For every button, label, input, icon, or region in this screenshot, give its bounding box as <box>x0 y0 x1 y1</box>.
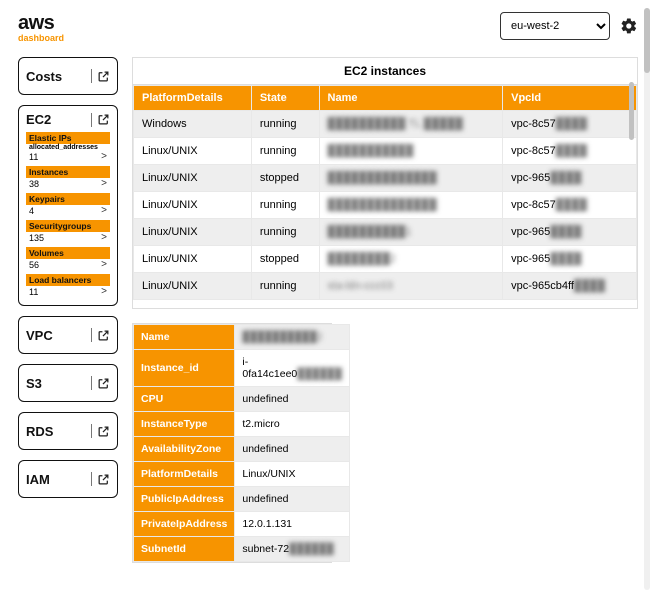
external-link-icon[interactable] <box>91 424 110 438</box>
table-title: EC2 instances <box>133 58 637 85</box>
column-header: PlatformDetails <box>134 86 252 111</box>
sidebar-item-vpc[interactable]: VPC <box>18 316 118 354</box>
detail-row: PlatformDetailsLinux/UNIX <box>134 462 350 487</box>
ec2-subitem[interactable]: Elastic IPsallocated_addresses11> <box>26 132 110 164</box>
region-select[interactable]: eu-west-2 <box>500 12 610 40</box>
chevron-right-icon: > <box>101 232 107 243</box>
sidebar-item-costs[interactable]: Costs <box>18 57 118 95</box>
detail-row: CPUundefined <box>134 387 350 412</box>
ec2-subitem[interactable]: Instances38> <box>26 166 110 191</box>
sidebar-item-iam[interactable]: IAM <box>18 460 118 498</box>
table-row[interactable]: Linux/UNIXrunning██████████████vpc-8c57█… <box>134 192 637 219</box>
ec2-subitem[interactable]: Load balancers11> <box>26 274 110 299</box>
ec2-subitem[interactable]: Keypairs4> <box>26 193 110 218</box>
ec2-instances-table: EC2 instances PlatformDetailsStateNameVp… <box>132 57 638 309</box>
sidebar-item-ec2[interactable]: EC2 Elastic IPsallocated_addresses11>Ins… <box>18 105 118 306</box>
detail-row: AvailabilityZoneundefined <box>134 437 350 462</box>
table-row[interactable]: Linux/UNIXrunning███████████vpc-8c57████ <box>134 138 637 165</box>
detail-row: PrivateIpAddress12.0.1.131 <box>134 512 350 537</box>
chevron-right-icon: > <box>101 259 107 270</box>
ec2-subitem[interactable]: Volumes56> <box>26 247 110 272</box>
column-header: State <box>251 86 319 111</box>
table-row[interactable]: Linux/UNIXrunning██████████1vpc-965████ <box>134 219 637 246</box>
page-scrollbar-rail <box>644 8 650 590</box>
detail-row: InstanceTypet2.micro <box>134 412 350 437</box>
external-link-icon[interactable] <box>91 328 110 342</box>
table-scrollbar[interactable] <box>629 82 634 140</box>
external-link-icon[interactable] <box>91 113 110 127</box>
logo: aws dashboard <box>18 12 64 43</box>
table-row[interactable]: Linux/UNIXrunningsta-ldn-ccc03vpc-965cb4… <box>134 273 637 300</box>
ec2-subitem[interactable]: Securitygroups135> <box>26 220 110 245</box>
logo-text: aws <box>18 12 64 35</box>
detail-row: SubnetIdsubnet-72██████ <box>134 537 350 562</box>
external-link-icon[interactable] <box>91 69 110 83</box>
chevron-right-icon: > <box>101 151 107 162</box>
detail-row: Instance_idi-0fa14c1ee0██████ <box>134 350 350 387</box>
table-row[interactable]: Linux/UNIXstopped████████2vpc-965████ <box>134 246 637 273</box>
sidebar-item-s3[interactable]: S3 <box>18 364 118 402</box>
sidebar-item-rds[interactable]: RDS <box>18 412 118 450</box>
detail-row: Name██████████2 <box>134 325 350 350</box>
table-row[interactable]: Linux/UNIXstopped██████████████vpc-965██… <box>134 165 637 192</box>
column-header: VpcId <box>503 86 637 111</box>
page-scrollbar-thumb[interactable] <box>644 8 650 73</box>
external-link-icon[interactable] <box>91 472 110 486</box>
external-link-icon[interactable] <box>91 376 110 390</box>
chevron-right-icon: > <box>101 178 107 189</box>
column-header: Name <box>319 86 503 111</box>
instance-detail-table: Name██████████2Instance_idi-0fa14c1ee0██… <box>132 323 332 563</box>
detail-row: PublicIpAddressundefined <box>134 487 350 512</box>
chevron-right-icon: > <box>101 286 107 297</box>
table-row[interactable]: Windowsrunning██████████ TL █████vpc-8c5… <box>134 111 637 138</box>
chevron-right-icon: > <box>101 205 107 216</box>
gear-icon[interactable] <box>620 17 638 35</box>
logo-subtitle: dashboard <box>18 33 64 43</box>
